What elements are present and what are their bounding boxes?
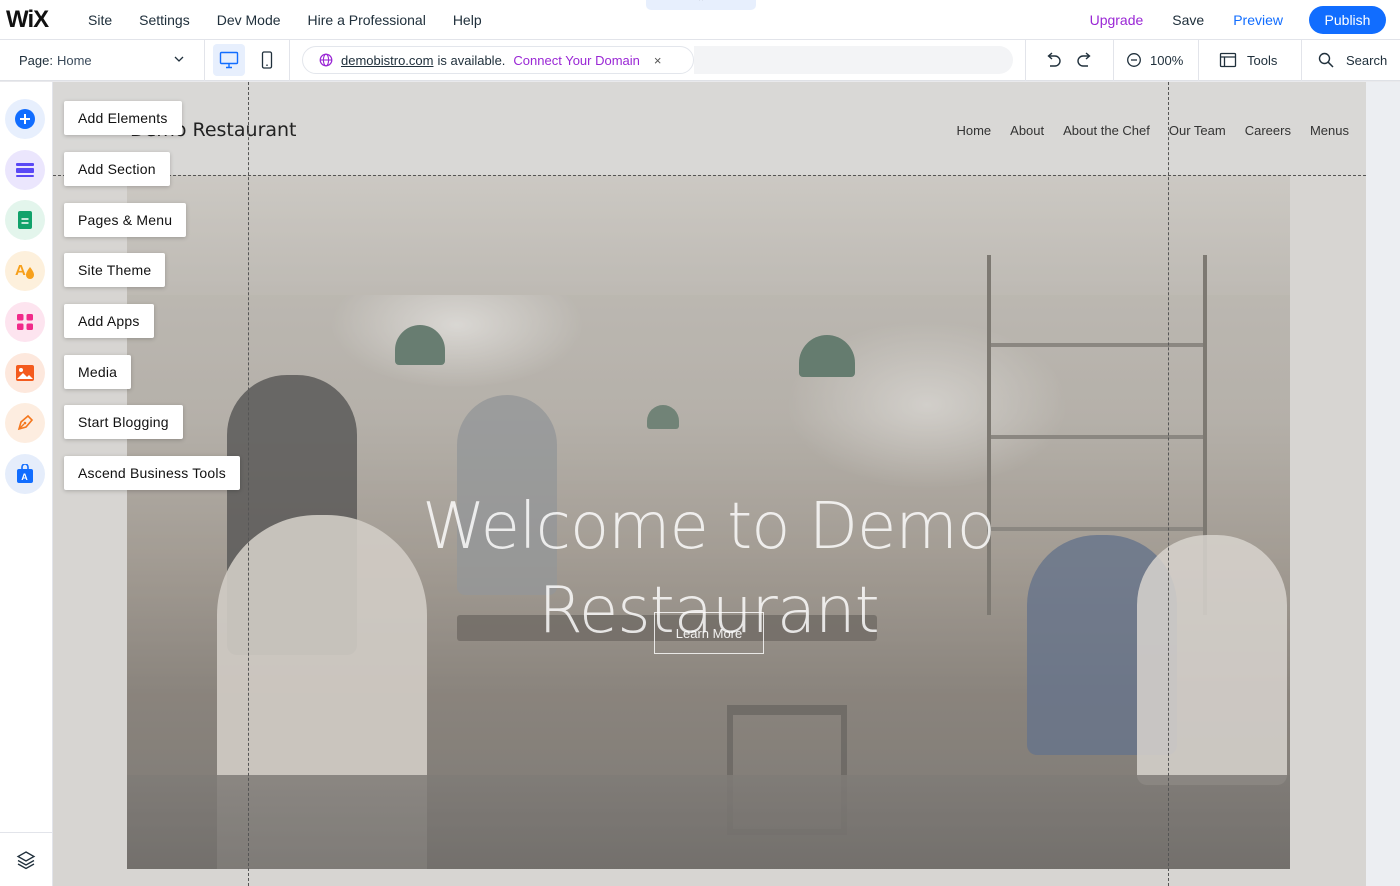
domain-banner: demobistro.com is available. Connect You… bbox=[302, 46, 694, 74]
header-guide-line bbox=[53, 175, 1366, 176]
left-rail: A A bbox=[0, 82, 53, 886]
menu-dev-mode[interactable]: Dev Mode bbox=[217, 12, 281, 28]
site-nav-our-team[interactable]: Our Team bbox=[1169, 123, 1226, 138]
site-theme-label[interactable]: Site Theme bbox=[64, 253, 166, 287]
left-gridline bbox=[248, 82, 249, 886]
menu-site[interactable]: Site bbox=[88, 12, 112, 28]
site-nav-home[interactable]: Home bbox=[956, 123, 991, 138]
start-blogging-button[interactable] bbox=[5, 403, 45, 443]
pages-icon bbox=[18, 211, 32, 229]
editor-toolbar: Page: Home demobistro.com is available. … bbox=[0, 39, 1400, 81]
learn-more-button[interactable]: Learn More bbox=[654, 612, 764, 654]
page-selector-value: Home bbox=[56, 52, 92, 68]
domain-name[interactable]: demobistro.com bbox=[341, 53, 433, 68]
save-button[interactable]: Save bbox=[1172, 12, 1204, 28]
menu-settings[interactable]: Settings bbox=[139, 12, 190, 28]
undo-icon[interactable] bbox=[1044, 52, 1062, 68]
site-nav-menus[interactable]: Menus bbox=[1310, 123, 1349, 138]
site-theme-button[interactable]: A bbox=[5, 251, 45, 291]
pages-menu-label[interactable]: Pages & Menu bbox=[64, 203, 187, 237]
editor-canvas[interactable]: Demo Restaurant Home About About the Che… bbox=[53, 82, 1366, 886]
page-selector-label: Page: bbox=[19, 52, 53, 68]
media-icon bbox=[16, 365, 34, 381]
page-selector[interactable]: Page: Home bbox=[0, 39, 205, 81]
business-tools-button[interactable]: A bbox=[5, 454, 45, 494]
tools-button[interactable]: Tools bbox=[1198, 39, 1301, 81]
chevron-down-icon bbox=[174, 56, 184, 62]
site-header[interactable]: Demo Restaurant Home About About the Che… bbox=[53, 82, 1366, 175]
svg-text:A: A bbox=[21, 472, 28, 482]
tools-icon bbox=[1219, 52, 1237, 68]
pages-menu-button[interactable] bbox=[5, 200, 45, 240]
svg-text:A: A bbox=[15, 262, 26, 279]
add-elements-button[interactable] bbox=[5, 99, 45, 139]
menu-hire-professional[interactable]: Hire a Professional bbox=[308, 12, 426, 28]
mobile-icon bbox=[261, 51, 273, 69]
add-section-button[interactable] bbox=[5, 150, 45, 190]
blog-icon bbox=[17, 414, 34, 431]
site-nav-about[interactable]: About bbox=[1010, 123, 1044, 138]
close-icon[interactable]: × bbox=[654, 53, 662, 68]
add-elements-label[interactable]: Add Elements bbox=[64, 101, 182, 135]
connect-domain-link[interactable]: Connect Your Domain bbox=[513, 53, 639, 68]
upgrade-link[interactable]: Upgrade bbox=[1090, 12, 1144, 28]
media-button[interactable] bbox=[5, 353, 45, 393]
add-apps-label[interactable]: Add Apps bbox=[64, 304, 154, 338]
hero-title-line-1: Welcome to Demo bbox=[422, 490, 996, 564]
collapse-toolbar-tab[interactable]: ⌃ bbox=[646, 0, 756, 10]
redo-icon[interactable] bbox=[1076, 52, 1094, 68]
zoom-out-icon[interactable] bbox=[1126, 52, 1142, 68]
search-icon bbox=[1318, 52, 1334, 68]
right-gridline bbox=[1168, 82, 1169, 886]
desktop-icon bbox=[219, 51, 239, 69]
domain-banner-spacer bbox=[694, 46, 1013, 74]
business-icon: A bbox=[17, 464, 33, 483]
start-blogging-label[interactable]: Start Blogging bbox=[64, 405, 183, 439]
section-icon bbox=[16, 163, 34, 177]
publish-button[interactable]: Publish bbox=[1309, 6, 1386, 34]
theme-icon: A bbox=[15, 262, 34, 279]
preview-button[interactable]: Preview bbox=[1233, 12, 1283, 28]
search-label: Search bbox=[1346, 52, 1388, 68]
top-actions: Upgrade Save Preview Publish bbox=[1090, 0, 1400, 40]
hero-section[interactable]: Welcome to Demo Restaurant Learn More bbox=[127, 175, 1290, 869]
top-menu: Site Settings Dev Mode Hire a Profession… bbox=[88, 12, 509, 28]
ascend-business-tools-label[interactable]: Ascend Business Tools bbox=[64, 456, 240, 490]
canvas-right-margin bbox=[1366, 82, 1400, 886]
domain-availability: is available. bbox=[437, 52, 506, 68]
tools-label: Tools bbox=[1247, 52, 1278, 68]
toolbar-right: 100% Tools Search bbox=[1025, 39, 1400, 81]
top-bar: WiX Site Settings Dev Mode Hire a Profes… bbox=[0, 0, 1400, 40]
media-label[interactable]: Media bbox=[64, 355, 132, 389]
add-section-label[interactable]: Add Section bbox=[64, 152, 170, 186]
site-nav-about-chef[interactable]: About the Chef bbox=[1063, 123, 1150, 138]
apps-icon bbox=[17, 314, 33, 330]
layers-button[interactable] bbox=[0, 832, 52, 886]
desktop-view-button[interactable] bbox=[213, 44, 245, 76]
layers-icon bbox=[16, 850, 36, 869]
wix-logo[interactable]: WiX bbox=[6, 6, 66, 34]
device-switcher bbox=[205, 39, 290, 81]
globe-icon bbox=[319, 53, 333, 67]
add-apps-button[interactable] bbox=[5, 302, 45, 342]
site-nav-careers[interactable]: Careers bbox=[1245, 123, 1291, 138]
undo-redo-group bbox=[1025, 39, 1113, 81]
menu-help[interactable]: Help bbox=[453, 12, 482, 28]
zoom-level: 100% bbox=[1150, 52, 1184, 68]
zoom-control[interactable]: 100% bbox=[1113, 39, 1198, 81]
plus-icon bbox=[15, 109, 35, 129]
site-nav[interactable]: Home About About the Chef Our Team Caree… bbox=[937, 123, 1349, 138]
search-button[interactable]: Search bbox=[1301, 39, 1400, 81]
mobile-view-button[interactable] bbox=[251, 44, 283, 76]
